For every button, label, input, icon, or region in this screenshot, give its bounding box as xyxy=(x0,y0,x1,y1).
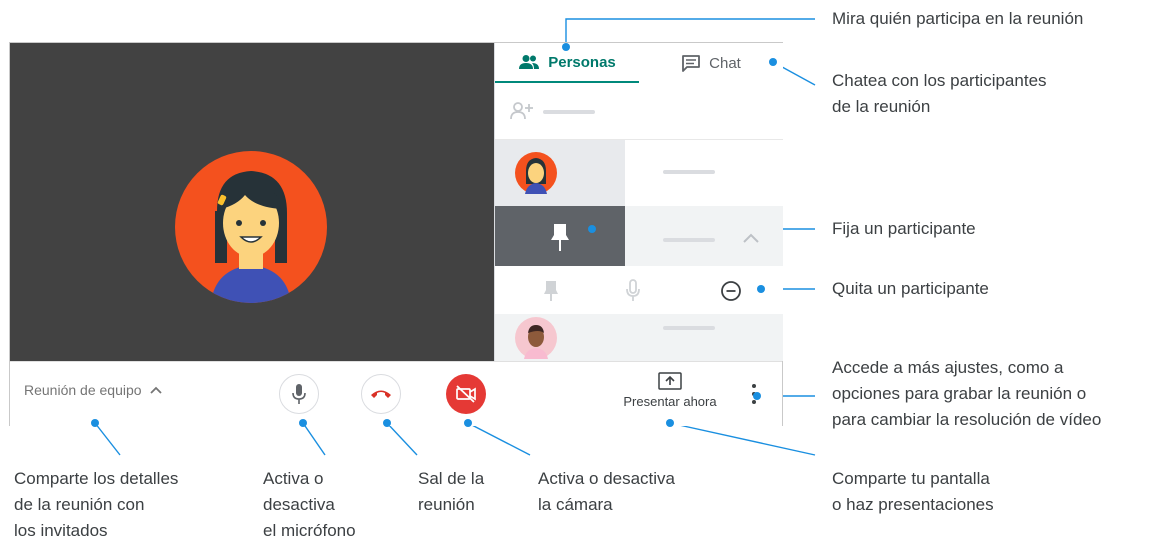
present-icon xyxy=(658,372,682,390)
annotation-remove: Quita un participante xyxy=(832,279,989,298)
meeting-details-button[interactable]: Reunión de equipo xyxy=(24,382,162,398)
hangup-button[interactable] xyxy=(361,374,401,414)
annotation-more: Accede a más ajustes, como a opciones pa… xyxy=(832,358,1102,429)
annotation-present: Comparte tu pantalla o haz presentacione… xyxy=(832,469,994,514)
mic-icon[interactable] xyxy=(625,279,641,303)
annotation-marker xyxy=(299,419,307,427)
pin-icon[interactable] xyxy=(543,280,559,302)
annotation-chat: Chatea con los participantes de la reuni… xyxy=(832,71,1047,116)
participant-row[interactable] xyxy=(495,140,783,206)
participant-thumb xyxy=(495,140,625,206)
more-icon xyxy=(752,384,756,388)
annotation-marker xyxy=(383,419,391,427)
mic-icon xyxy=(292,384,306,404)
panel-tabs: Personas Chat xyxy=(495,43,783,84)
participant-name xyxy=(663,170,715,174)
annotation-camera: Activa o desactiva la cámara xyxy=(538,469,676,514)
annotation-marker xyxy=(588,225,596,233)
tab-chat-label: Chat xyxy=(709,54,741,72)
annotation-people: Mira quién participa en la reunión xyxy=(832,9,1084,28)
participant-name xyxy=(663,326,715,330)
participant-avatar xyxy=(515,152,557,194)
meet-window: Personas Chat Reunión de equipo Presenta… xyxy=(9,42,783,426)
mic-button[interactable] xyxy=(279,374,319,414)
main-video xyxy=(10,43,494,361)
annotation-pin: Fija un participante xyxy=(832,219,976,238)
annotation-marker xyxy=(769,58,777,66)
annotation-mic: Activa o desactiva el micrófono xyxy=(263,469,356,540)
add-person-icon xyxy=(510,102,533,120)
tab-chat[interactable]: Chat xyxy=(639,43,783,83)
side-panel: Personas Chat xyxy=(494,43,783,361)
annotation-hangup: Sal de la reunión xyxy=(418,469,485,514)
participant-controls xyxy=(495,266,783,314)
chat-icon xyxy=(682,55,701,72)
camera-toggle-button[interactable] xyxy=(446,374,486,414)
annotation-marker xyxy=(757,285,765,293)
annotation-marker xyxy=(562,43,570,51)
annotation-marker xyxy=(464,419,472,427)
participant-row-hover[interactable] xyxy=(495,206,783,266)
camera-off-icon xyxy=(456,385,476,403)
participant-avatar-large xyxy=(175,151,327,303)
remove-icon[interactable] xyxy=(720,280,742,302)
chevron-up-icon xyxy=(149,386,162,394)
present-now-button[interactable]: Presentar ahora xyxy=(610,372,730,418)
participant-info xyxy=(625,206,783,266)
people-icon xyxy=(519,55,540,69)
add-people-row[interactable] xyxy=(495,83,783,140)
present-label: Presentar ahora xyxy=(623,394,717,409)
participant-info xyxy=(625,140,783,206)
annotation-marker xyxy=(753,392,761,400)
chevron-up-icon[interactable] xyxy=(742,232,760,244)
hangup-icon xyxy=(371,390,391,398)
participant-row[interactable] xyxy=(495,314,783,361)
bottom-bar: Reunión de equipo Presentar ahora xyxy=(10,361,782,426)
pin-icon[interactable] xyxy=(550,222,570,252)
participant-thumb xyxy=(495,206,625,266)
tab-people-label: Personas xyxy=(548,53,616,71)
placeholder-text xyxy=(543,110,595,114)
annotation-marker xyxy=(91,419,99,427)
participant-name xyxy=(663,238,715,242)
annotation-marker xyxy=(666,419,674,427)
meeting-name: Reunión de equipo xyxy=(24,382,142,398)
participant-avatar xyxy=(515,317,557,359)
annotation-details: Comparte los detalles de la reunión con … xyxy=(14,469,179,540)
